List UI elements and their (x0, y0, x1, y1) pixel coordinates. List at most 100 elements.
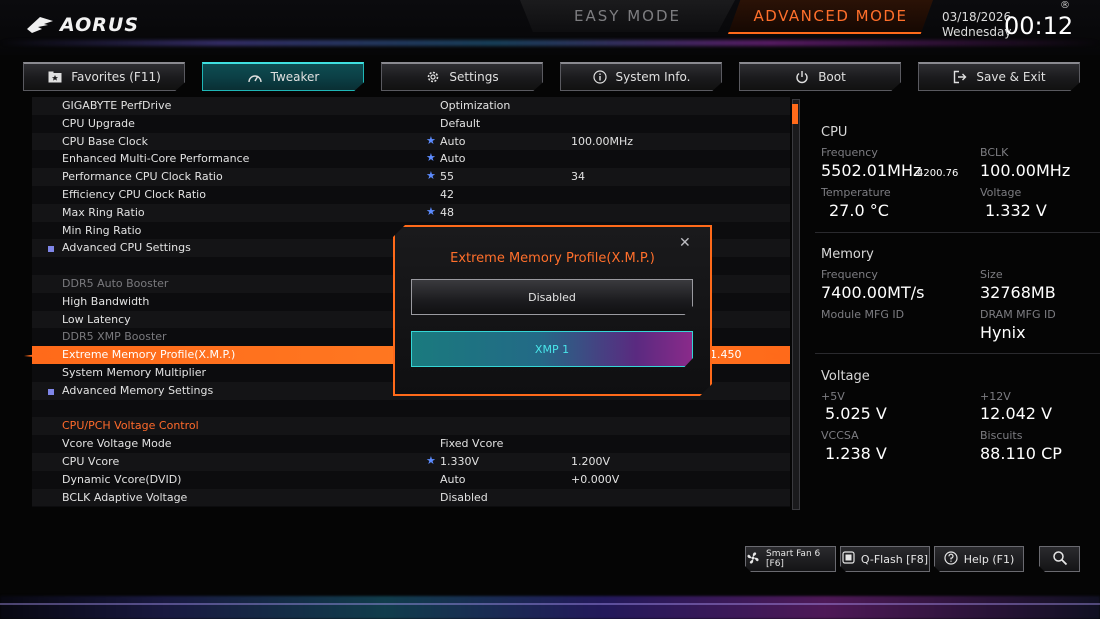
setting-value[interactable]: Disabled (440, 489, 488, 507)
favorite-star-icon[interactable]: ★ (426, 452, 436, 470)
tab-settings[interactable]: Settings (381, 62, 543, 91)
setting-label: Max Ring Ratio (62, 205, 145, 219)
smart-fan-label: Smart Fan 6 [F6] (766, 549, 821, 569)
setting-row[interactable]: Dynamic Vcore(DVID) Auto +0.000V (32, 471, 790, 489)
favorite-star-icon[interactable]: ★ (426, 167, 436, 185)
memory-size-label: Size (980, 268, 1003, 281)
setting-row[interactable]: CPU Vcore ★ 1.330V 1.200V (32, 453, 790, 471)
bottom-light-streak (0, 596, 1100, 619)
weekday: Wednesday (942, 25, 1012, 39)
setting-current-value: 1.200V (571, 455, 611, 468)
tab-label: System Info. (615, 70, 691, 84)
easy-mode-tab[interactable]: EASY MODE (520, 0, 735, 32)
dram-mfg-value: Hynix (980, 323, 1026, 342)
cpu-frequency-sub: 4200.76 (917, 168, 959, 179)
module-mfg-label: Module MFG ID (821, 308, 905, 321)
dialog-title: Extreme Memory Profile(X.M.P.) (450, 251, 655, 266)
cpu-temperature-label: Temperature (821, 186, 891, 199)
setting-value[interactable]: Auto (440, 150, 466, 168)
setting-row[interactable]: GIGABYTE PerfDrive Optimization (32, 97, 790, 115)
close-icon[interactable]: ✕ (679, 235, 691, 251)
setting-row[interactable]: BCLK Adaptive Voltage Disabled (32, 488, 790, 507)
tab-label: Save & Exit (976, 70, 1046, 84)
setting-row[interactable]: Performance CPU Clock Ratio ★ 55 34 (32, 168, 790, 186)
scrollbar-thumb[interactable] (792, 104, 798, 124)
v12-label: +12V (980, 390, 1011, 403)
bclk-value: 100.00MHz (980, 161, 1071, 180)
setting-value[interactable]: 48 (440, 204, 454, 222)
tab-label: Tweaker (270, 70, 320, 84)
v5-label: +5V (821, 390, 845, 403)
gear-icon (425, 69, 441, 85)
favorite-star-icon[interactable]: ★ (426, 149, 436, 167)
favorite-star-icon[interactable]: ★ (426, 132, 436, 150)
setting-current-value: 100.00MHz (571, 134, 634, 148)
eagle-icon (27, 17, 53, 33)
tab-label: Settings (449, 70, 499, 84)
memory-heading: Memory (821, 247, 874, 262)
search-icon (1052, 550, 1068, 569)
setting-value[interactable]: 55 (440, 168, 454, 186)
tab-favorites[interactable]: Favorites (F11) (23, 62, 185, 91)
memory-frequency-label: Frequency (821, 268, 878, 281)
setting-value[interactable]: 42 (440, 186, 454, 204)
cpu-voltage-label: Voltage (980, 186, 1022, 199)
setting-row[interactable]: CPU Upgrade Default (32, 115, 790, 133)
advanced-mode-tab[interactable]: ADVANCED MODE (728, 0, 933, 34)
setting-label: Vcore Voltage Mode (62, 437, 172, 451)
voltage-heading: Voltage (821, 369, 870, 384)
setting-row[interactable]: Enhanced Multi-Core Performance ★ Auto (32, 150, 790, 168)
search-button[interactable] (1039, 546, 1080, 572)
dram-mfg-label: DRAM MFG ID (980, 308, 1056, 321)
favorite-star-icon[interactable]: ★ (426, 203, 436, 221)
q-flash-label: Q-Flash [F8] (860, 552, 929, 566)
scrollbar-track[interactable] (792, 99, 800, 510)
option-disabled[interactable]: Disabled (411, 279, 693, 315)
setting-label: Performance CPU Clock Ratio (62, 170, 223, 184)
setting-value[interactable]: Default (440, 115, 480, 133)
submenu-bullet-icon (48, 388, 54, 395)
setting-value[interactable]: Fixed Vcore (440, 435, 503, 453)
setting-label: Efficiency CPU Clock Ratio (62, 188, 206, 201)
setting-label: Advanced CPU Settings (62, 241, 191, 255)
setting-label: CPU Base Clock (62, 134, 149, 148)
help-icon (944, 551, 958, 568)
q-flash-icon (842, 551, 855, 567)
setting-label: High Bandwidth (62, 294, 150, 308)
setting-row[interactable]: Vcore Voltage Mode Fixed Vcore (32, 435, 790, 453)
exit-icon (952, 69, 968, 85)
info-divider (815, 353, 1100, 354)
setting-row[interactable]: CPU Base Clock ★ Auto 100.00MHz (32, 132, 790, 151)
star-folder-icon (47, 69, 63, 85)
option-xmp-1[interactable]: XMP 1 (411, 331, 693, 367)
tab-label: Boot (818, 70, 846, 84)
setting-label: System Memory Multiplier (62, 366, 207, 379)
setting-value[interactable]: 1.330V (440, 453, 479, 471)
tab-tweaker[interactable]: Tweaker (202, 62, 364, 91)
setting-value[interactable]: Auto (440, 471, 466, 489)
setting-value[interactable]: Auto (440, 133, 466, 151)
smart-fan-button[interactable]: Smart Fan 6 [F6] (745, 546, 836, 572)
setting-row[interactable]: Max Ring Ratio ★ 48 (32, 203, 790, 222)
cpu-frequency-label: Frequency (821, 146, 878, 159)
xmp-dialog: ✕ Extreme Memory Profile(X.M.P.) Disable… (393, 225, 712, 396)
fan-icon (746, 551, 760, 568)
cpu-voltage-value: 1.332 V (985, 201, 1047, 220)
tab-system-info[interactable]: System Info. (560, 62, 722, 91)
setting-label: DDR5 XMP Booster (62, 330, 167, 344)
biscuits-value: 88.110 CP (980, 444, 1062, 463)
setting-row[interactable]: Efficiency CPU Clock Ratio 42 (32, 186, 790, 204)
tab-save-exit[interactable]: Save & Exit (918, 62, 1080, 91)
tab-label: Favorites (F11) (71, 70, 161, 84)
q-flash-button[interactable]: Q-Flash [F8] (840, 546, 930, 572)
memory-frequency-value: 7400.00MT/s (821, 283, 925, 302)
setting-label: GIGABYTE PerfDrive (62, 99, 172, 112)
setting-value[interactable]: Optimization (440, 97, 510, 115)
help-button[interactable]: Help (F1) (934, 546, 1024, 572)
tab-boot[interactable]: Boot (739, 62, 901, 91)
bclk-label: BCLK (980, 146, 1009, 159)
date-block: 03/18/2026 Wednesday (942, 10, 1011, 40)
vccsa-value: 1.238 V (825, 444, 887, 463)
date: 03/18/2026 (942, 10, 1012, 24)
section-label: CPU/PCH Voltage Control (62, 419, 199, 433)
